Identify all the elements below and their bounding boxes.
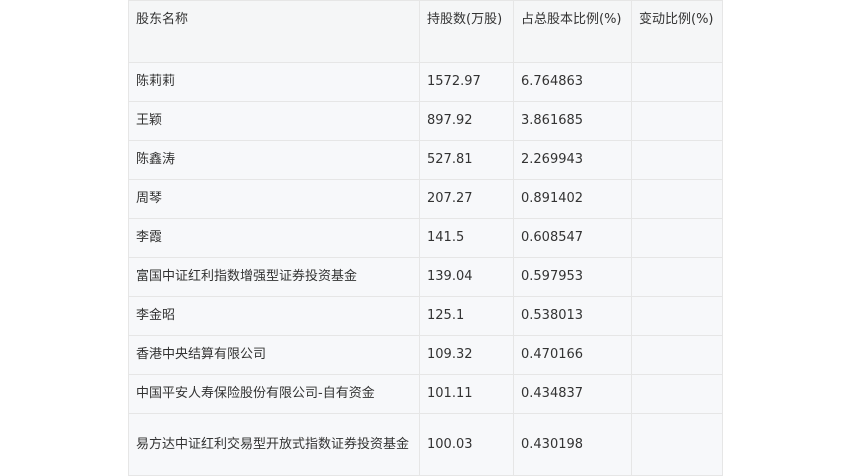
cell-shares: 100.03 — [419, 413, 514, 476]
header-shares: 持股数(万股) — [419, 0, 514, 63]
cell-name: 陈莉莉 — [128, 62, 420, 102]
cell-ratio: 0.538013 — [513, 296, 632, 336]
cell-name: 香港中央结算有限公司 — [128, 335, 420, 375]
cell-shares: 1572.97 — [419, 62, 514, 102]
cell-change — [631, 374, 723, 414]
cell-change — [631, 140, 723, 180]
cell-change — [631, 218, 723, 258]
cell-shares: 897.92 — [419, 101, 514, 141]
cell-change — [631, 335, 723, 375]
table-body: 陈莉莉 1572.97 6.764863 王颖 897.92 3.861685 … — [128, 62, 723, 476]
header-shareholder-name: 股东名称 — [128, 0, 420, 63]
cell-change — [631, 101, 723, 141]
cell-change — [631, 257, 723, 297]
cell-shares: 207.27 — [419, 179, 514, 219]
table-row: 李金昭 125.1 0.538013 — [128, 296, 723, 336]
cell-shares: 125.1 — [419, 296, 514, 336]
header-ratio: 占总股本比例(%) — [513, 0, 632, 63]
cell-change — [631, 413, 723, 476]
header-change: 变动比例(%) — [631, 0, 723, 63]
cell-ratio: 3.861685 — [513, 101, 632, 141]
cell-ratio: 0.608547 — [513, 218, 632, 258]
table-row: 陈莉莉 1572.97 6.764863 — [128, 62, 723, 102]
cell-ratio: 2.269943 — [513, 140, 632, 180]
cell-name: 易方达中证红利交易型开放式指数证券投资基金 — [128, 413, 420, 476]
cell-name: 王颖 — [128, 101, 420, 141]
cell-change — [631, 179, 723, 219]
cell-shares: 109.32 — [419, 335, 514, 375]
cell-shares: 141.5 — [419, 218, 514, 258]
cell-name: 李金昭 — [128, 296, 420, 336]
cell-change — [631, 296, 723, 336]
cell-ratio: 0.470166 — [513, 335, 632, 375]
cell-ratio: 0.434837 — [513, 374, 632, 414]
table-row: 富国中证红利指数增强型证券投资基金 139.04 0.597953 — [128, 257, 723, 297]
table-row: 王颖 897.92 3.861685 — [128, 101, 723, 141]
header-row: 股东名称 持股数(万股) 占总股本比例(%) 变动比例(%) — [128, 0, 723, 63]
cell-ratio: 6.764863 — [513, 62, 632, 102]
cell-ratio: 0.430198 — [513, 413, 632, 476]
cell-change — [631, 62, 723, 102]
table-header: 股东名称 持股数(万股) 占总股本比例(%) 变动比例(%) — [128, 0, 723, 63]
cell-name: 陈鑫涛 — [128, 140, 420, 180]
shareholders-table: 股东名称 持股数(万股) 占总股本比例(%) 变动比例(%) 陈莉莉 1572.… — [128, 0, 723, 476]
cell-ratio: 0.597953 — [513, 257, 632, 297]
cell-shares: 101.11 — [419, 374, 514, 414]
table-row: 陈鑫涛 527.81 2.269943 — [128, 140, 723, 180]
cell-name: 周琴 — [128, 179, 420, 219]
cell-ratio: 0.891402 — [513, 179, 632, 219]
table-row: 中国平安人寿保险股份有限公司-自有资金 101.11 0.434837 — [128, 374, 723, 414]
table-row: 周琴 207.27 0.891402 — [128, 179, 723, 219]
cell-name: 中国平安人寿保险股份有限公司-自有资金 — [128, 374, 420, 414]
cell-name: 李霞 — [128, 218, 420, 258]
cell-shares: 527.81 — [419, 140, 514, 180]
table-row: 易方达中证红利交易型开放式指数证券投资基金 100.03 0.430198 — [128, 413, 723, 476]
cell-name: 富国中证红利指数增强型证券投资基金 — [128, 257, 420, 297]
cell-shares: 139.04 — [419, 257, 514, 297]
table-row: 李霞 141.5 0.608547 — [128, 218, 723, 258]
table-row: 香港中央结算有限公司 109.32 0.470166 — [128, 335, 723, 375]
